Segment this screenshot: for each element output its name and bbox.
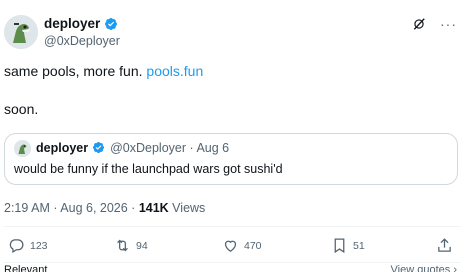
more-icon[interactable]: ··· — [440, 17, 457, 31]
bookmark-count: 51 — [353, 239, 365, 252]
repost-button[interactable]: 94 — [114, 237, 148, 254]
author-handle[interactable]: @0xDeployer — [44, 34, 120, 48]
quote-name-row: deployer @0xDeployer · Aug 6 — [36, 141, 229, 155]
divider-bottom — [4, 262, 460, 263]
reply-icon — [9, 239, 24, 254]
quote-display-name: deployer — [36, 141, 89, 155]
reply-count: 123 — [30, 239, 48, 252]
post-text-prefix: same pools, more fun. — [4, 63, 147, 79]
repost-count: 94 — [136, 239, 148, 252]
views-count: 141K — [138, 201, 169, 215]
share-button[interactable] — [436, 237, 453, 254]
bookmark-button[interactable]: 51 — [331, 237, 365, 254]
like-icon — [224, 240, 237, 252]
verified-badge-icon — [104, 17, 118, 31]
post-header: deployer @0xDeployer ··· — [4, 15, 463, 51]
quoted-post[interactable]: deployer @0xDeployer · Aug 6 would be fu… — [4, 133, 458, 185]
post-text: same pools, more fun. pools.fun — [4, 62, 203, 80]
author-name-row: deployer — [44, 16, 118, 32]
post-link[interactable]: pools.fun — [146, 63, 203, 79]
like-button[interactable]: 470 — [222, 237, 262, 254]
quote-meta: @0xDeployer · Aug 6 — [110, 141, 230, 155]
post-timestamp[interactable]: 2:19 AM · Aug 6, 2026 · — [4, 201, 139, 215]
reply-sort-selector[interactable]: Relevant — [4, 264, 47, 272]
avatar[interactable] — [4, 15, 38, 49]
post-meta: 2:19 AM · Aug 6, 2026 · 141K Views — [4, 201, 205, 215]
author-display-name[interactable]: deployer — [44, 16, 100, 32]
views-label: Views — [168, 201, 206, 215]
repost-icon — [117, 239, 128, 252]
action-bar: 123 94 470 51 — [4, 237, 460, 257]
grok-icon[interactable] — [412, 17, 426, 31]
share-icon — [438, 238, 451, 252]
quote-text: would be funny if the launchpad wars got… — [14, 162, 283, 176]
bookmark-icon — [334, 238, 345, 254]
view-quotes-link[interactable]: View quotes › — [391, 264, 457, 272]
reply-button[interactable]: 123 — [8, 237, 48, 254]
quote-avatar — [14, 140, 31, 157]
quote-verified-badge-icon — [92, 141, 106, 155]
divider-top — [4, 226, 460, 227]
like-count: 470 — [244, 239, 262, 252]
post-text-line2: soon. — [4, 101, 39, 117]
header-actions: ··· — [412, 17, 457, 31]
